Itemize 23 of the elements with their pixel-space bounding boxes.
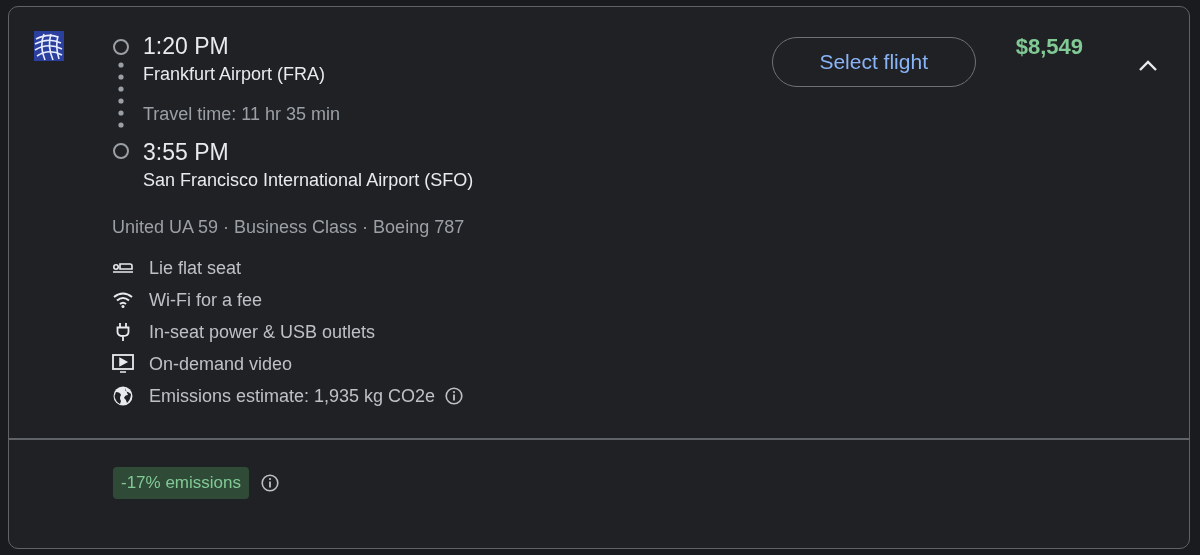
amenity-label: In-seat power & USB outlets bbox=[149, 321, 376, 343]
emissions-badge: -17% emissions bbox=[113, 466, 249, 499]
amenity-label: Emissions estimate: 1,935 kg CO2e bbox=[149, 385, 436, 407]
arrival-airport: San Francisco International Airport (SFO) bbox=[143, 169, 474, 192]
amenity-label: Lie flat seat bbox=[149, 257, 242, 279]
travel-time: Travel time: 11 hr 35 min bbox=[143, 103, 342, 126]
arrival-circle-icon bbox=[113, 143, 129, 159]
chevron-up-icon[interactable] bbox=[1137, 58, 1159, 72]
amenity-label: Wi-Fi for a fee bbox=[149, 289, 263, 311]
info-icon[interactable] bbox=[445, 387, 464, 405]
departure-airport: Frankfurt Airport (FRA) bbox=[143, 63, 327, 86]
departure-circle-icon bbox=[113, 39, 129, 55]
video-screen-icon bbox=[112, 354, 134, 374]
amenity-label: On-demand video bbox=[149, 353, 293, 375]
flight-details: United UA 59 · Business Class · Boeing 787 bbox=[111, 216, 466, 238]
wifi-icon bbox=[112, 292, 134, 308]
globe-icon bbox=[112, 386, 134, 406]
departure-time: 1:20 PM bbox=[143, 32, 230, 61]
bed-icon bbox=[112, 262, 134, 274]
arrival-time: 3:55 PM bbox=[143, 138, 230, 167]
price: $8,549 bbox=[1015, 34, 1083, 60]
info-icon[interactable] bbox=[261, 473, 279, 492]
globe-logo-icon bbox=[34, 31, 64, 61]
